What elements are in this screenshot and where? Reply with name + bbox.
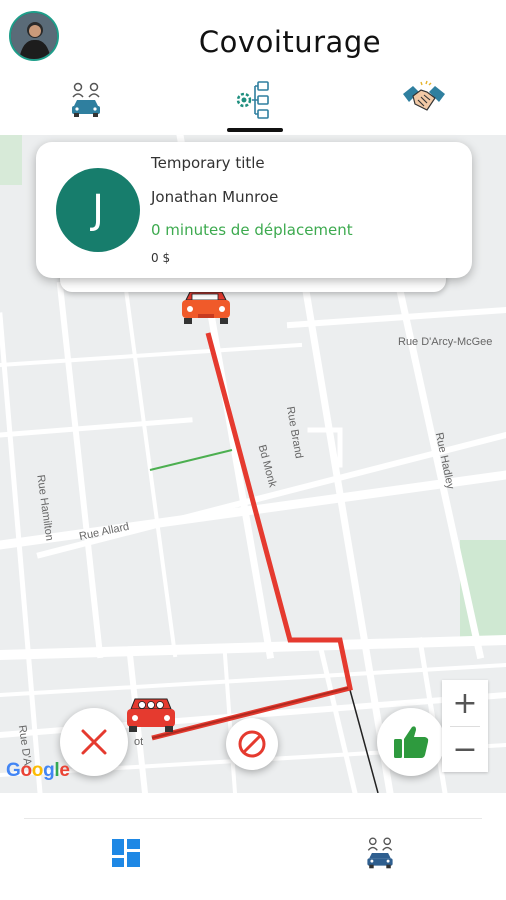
trip-title: Temporary title (151, 154, 265, 172)
tab-agreements[interactable] (400, 76, 448, 124)
tab-settings-org[interactable] (231, 76, 279, 124)
zoom-controls: + − (442, 680, 488, 772)
street-label-brand: Rue Brand (284, 406, 305, 460)
street-label-monk: Bd Monk (256, 444, 279, 490)
page-title: Covoiturage (198, 25, 382, 59)
cancel-button[interactable] (226, 718, 278, 770)
driver-name: Jonathan Munroe (151, 188, 279, 206)
trip-price: 0 $ (151, 251, 171, 265)
avatar[interactable] (9, 11, 59, 61)
street-label-hamilton: Rue Hamilton (34, 474, 55, 542)
nav-dashboard[interactable] (106, 833, 146, 873)
thumbs-up-icon (394, 726, 429, 758)
tab-carpool[interactable] (62, 76, 110, 124)
profile-photo (11, 13, 57, 59)
app-header: Covoiturage (0, 0, 506, 135)
close-icon (81, 729, 107, 755)
active-tab-indicator (227, 128, 283, 132)
google-attribution-logo: Google (6, 760, 70, 781)
zoom-in-button[interactable]: + (442, 680, 488, 726)
zoom-out-button[interactable]: − (442, 726, 488, 772)
dashboard-icon (112, 839, 140, 867)
block-icon (238, 730, 266, 758)
carpool-people-icon (72, 82, 100, 117)
nav-carpool[interactable] (360, 833, 400, 873)
origin-carpool-icon (127, 698, 175, 732)
reject-button[interactable] (60, 708, 128, 776)
trip-duration: 0 minutes de déplacement (151, 221, 353, 239)
street-label-fragment: ot (134, 736, 143, 748)
settings-org-icon (236, 81, 269, 119)
trip-card[interactable]: J Temporary title Jonathan Munroe 0 minu… (36, 142, 472, 278)
driver-initial-avatar: J (56, 168, 140, 252)
street-label-darcy: Rue D'Arcy-McGee (398, 336, 492, 348)
handshake-icon (403, 80, 445, 111)
carpool-people-icon (367, 837, 393, 869)
accept-button[interactable] (377, 708, 445, 776)
bottom-navigation (0, 793, 506, 900)
bottom-divider (24, 818, 482, 819)
destination-car-icon (182, 291, 230, 324)
